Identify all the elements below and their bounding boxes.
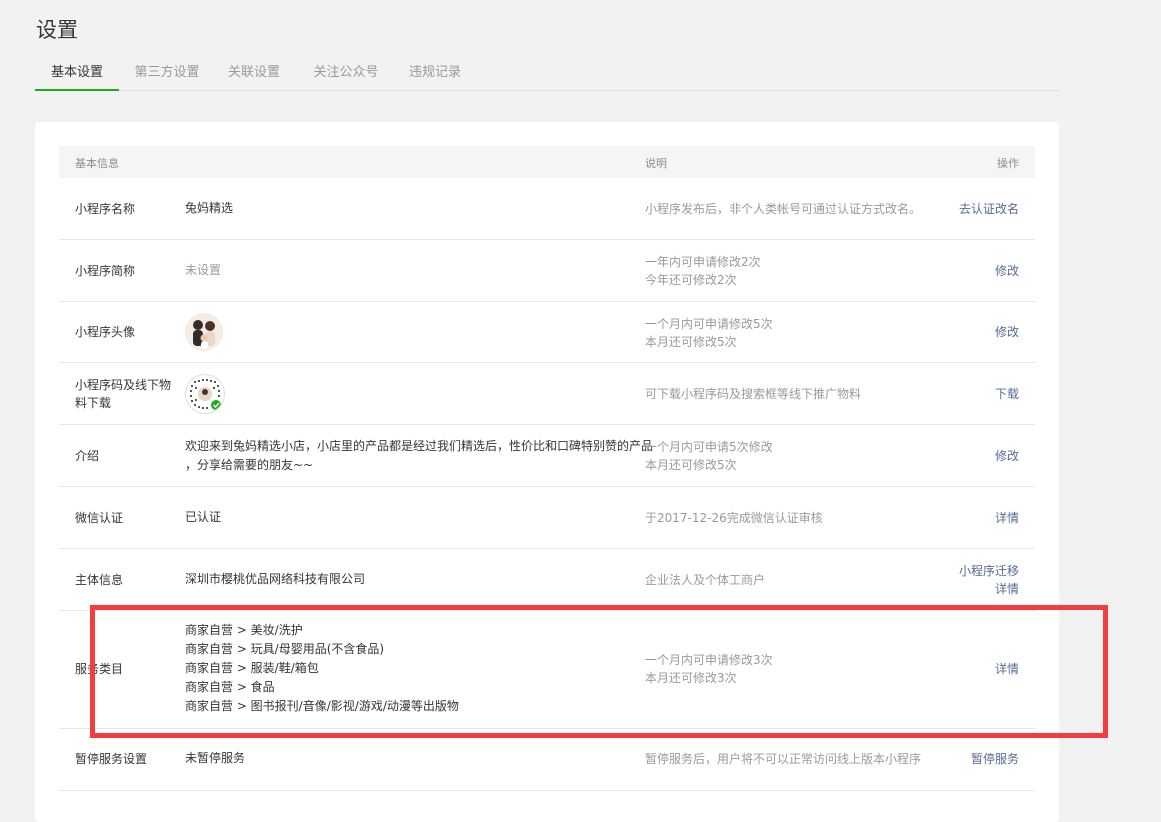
table-header: 基本信息 说明 操作: [59, 146, 1035, 178]
tab-violation-records[interactable]: 违规记录: [403, 58, 467, 89]
row-label: 小程序码及线下物料下载: [75, 378, 172, 410]
settings-card: 基本信息 说明 操作 小程序名称 兔妈精选 小程序发布后，非个人类帐号可通过认证…: [35, 122, 1059, 822]
row-desc: 小程序发布后，非个人类帐号可通过认证方式改名。: [645, 202, 922, 216]
details-link[interactable]: 详情: [995, 660, 1019, 678]
table-row: 小程序头像 一个月内可申请修改5次 本月还可修改5次 修改: [59, 302, 1035, 363]
row-value: 未暂停服务: [185, 751, 246, 765]
row-label: 微信认证: [75, 511, 124, 525]
row-label: 小程序简称: [75, 264, 136, 278]
details-link[interactable]: 详情: [995, 509, 1019, 527]
row-value: 深圳市樱桃优品网络科技有限公司: [185, 572, 366, 586]
intro-line: ，分享给需要的朋友~~: [185, 458, 314, 472]
table-row: 小程序简称 未设置 一年内可申请修改2次 今年还可修改2次 修改: [59, 240, 1035, 302]
header-action: 操作: [997, 157, 1019, 170]
row-value: 兔妈精选: [185, 201, 234, 215]
intro-line: 欢迎来到兔妈精选小店，小店里的产品都是经过我们精选后，性价比和口碑特别赞的产品: [185, 439, 654, 453]
tab-follow-official-account[interactable]: 关注公众号: [306, 58, 386, 89]
row-label: 服务类目: [75, 662, 124, 676]
row-label: 小程序名称: [75, 202, 136, 216]
download-link[interactable]: 下载: [995, 385, 1019, 403]
tab-third-party-settings[interactable]: 第三方设置: [127, 58, 207, 89]
page-title: 设置: [36, 18, 78, 42]
desc-line: 一个月内可申请修改3次: [645, 653, 773, 667]
desc-line: 一个月内可申请5次修改: [645, 440, 773, 454]
tab-basic-settings[interactable]: 基本设置: [35, 58, 119, 91]
service-category-list: 商家自营 > 美妆/洗护 商家自营 > 玩具/母婴用品(不含食品) 商家自营 >…: [185, 621, 459, 716]
intro-text: 欢迎来到兔妈精选小店，小店里的产品都是经过我们精选后，性价比和口碑特别赞的产品 …: [185, 437, 654, 475]
avatar: [185, 313, 223, 351]
desc-line: 本月还可修改5次: [645, 335, 737, 349]
category-item: 商家自营 > 食品: [185, 680, 275, 694]
row-desc: 企业法人及个体工商户: [645, 573, 766, 587]
category-item: 商家自营 > 图书报刊/音像/影视/游戏/动漫等出版物: [185, 699, 459, 713]
pause-service-link[interactable]: 暂停服务: [971, 750, 1019, 768]
details-link[interactable]: 详情: [959, 580, 1019, 598]
table-row: 暂停服务设置 未暂停服务 暂停服务后，用户将不可以正常访问线上版本小程序 暂停服…: [59, 729, 1035, 791]
mini-program-code-icon: [185, 374, 225, 414]
header-info: 基本信息: [75, 157, 119, 170]
modify-link[interactable]: 修改: [995, 323, 1019, 341]
row-value: 未设置: [185, 263, 222, 277]
row-value: 已认证: [185, 510, 222, 524]
row-label: 小程序头像: [75, 325, 136, 339]
rename-by-verification-link[interactable]: 去认证改名: [959, 200, 1019, 218]
table-row: 微信认证 已认证 于2017-12-26完成微信认证审核 详情: [59, 487, 1035, 549]
desc-line: 今年还可修改2次: [645, 273, 737, 287]
table-row: 小程序名称 兔妈精选 小程序发布后，非个人类帐号可通过认证方式改名。 去认证改名: [59, 178, 1035, 240]
desc-line: 一年内可申请修改2次: [645, 255, 761, 269]
desc-line: 一个月内可申请修改5次: [645, 317, 773, 331]
row-desc: 于2017-12-26完成微信认证审核: [645, 511, 823, 525]
tab-association-settings[interactable]: 关联设置: [222, 58, 286, 89]
row-label: 主体信息: [75, 573, 124, 587]
table-row: 主体信息 深圳市樱桃优品网络科技有限公司 企业法人及个体工商户 小程序迁移 详情: [59, 549, 1035, 611]
table-row: 介绍 欢迎来到兔妈精选小店，小店里的产品都是经过我们精选后，性价比和口碑特别赞的…: [59, 425, 1035, 487]
category-item: 商家自营 > 服装/鞋/箱包: [185, 661, 319, 675]
table-row: 小程序码及线下物料下载 可下载小程序码及搜索框等线下推广物料 下载: [59, 363, 1035, 425]
row-desc: 暂停服务后，用户将不可以正常访问线上版本小程序: [645, 752, 922, 766]
row-desc: 可下载小程序码及搜索框等线下推广物料: [645, 387, 862, 401]
header-desc: 说明: [645, 157, 667, 170]
desc-line: 本月还可修改5次: [645, 458, 737, 472]
table-row: 服务类目 商家自营 > 美妆/洗护 商家自营 > 玩具/母婴用品(不含食品) 商…: [59, 611, 1035, 729]
category-item: 商家自营 > 玩具/母婴用品(不含食品): [185, 642, 385, 656]
row-desc: 一个月内可申请修改3次 本月还可修改3次: [645, 651, 773, 687]
modify-link[interactable]: 修改: [995, 262, 1019, 280]
mini-program-migration-link[interactable]: 小程序迁移: [959, 562, 1019, 580]
row-desc: 一年内可申请修改2次 今年还可修改2次: [645, 253, 761, 289]
settings-tabs: 基本设置 第三方设置 关联设置 关注公众号 违规记录: [35, 58, 1059, 91]
row-actions: 小程序迁移 详情: [959, 562, 1019, 598]
modify-link[interactable]: 修改: [995, 447, 1019, 465]
category-item: 商家自营 > 美妆/洗护: [185, 623, 303, 637]
row-desc: 一个月内可申请修改5次 本月还可修改5次: [645, 315, 773, 351]
row-label: 介绍: [75, 449, 100, 463]
desc-line: 本月还可修改3次: [645, 671, 737, 685]
row-desc: 一个月内可申请5次修改 本月还可修改5次: [645, 438, 773, 474]
row-label: 暂停服务设置: [75, 752, 148, 766]
